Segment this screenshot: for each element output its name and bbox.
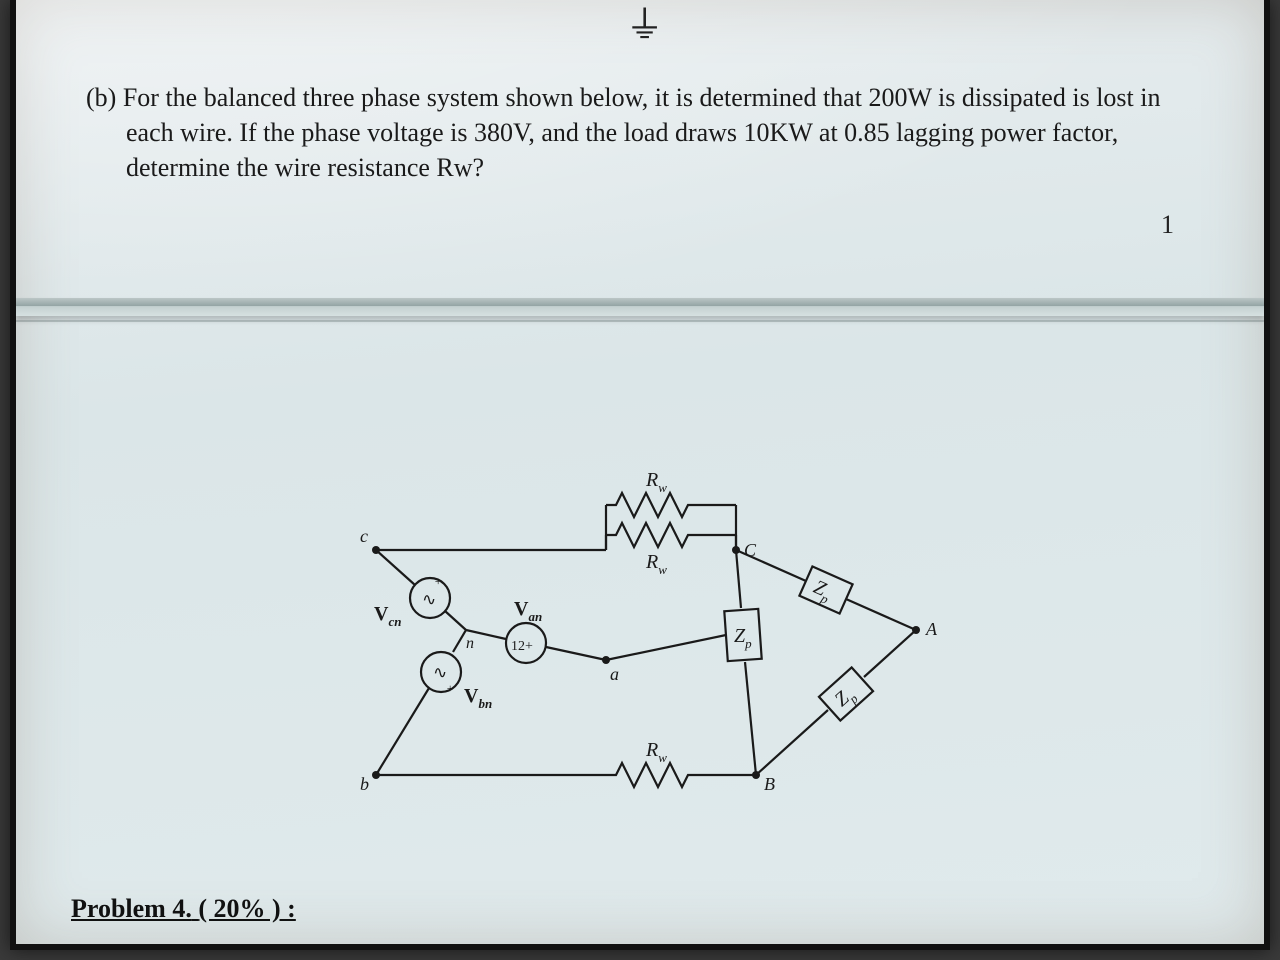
next-problem-heading: Problem 4. ( 20% ) :	[71, 894, 296, 924]
label-zp-ab: Zp	[830, 682, 861, 713]
svg-text:∿: ∿	[433, 663, 447, 682]
next-problem-weight: ( 20% ) :	[198, 894, 295, 923]
svg-text:+: +	[434, 574, 442, 588]
page-number: 1	[1161, 210, 1174, 240]
problem-label: (b)	[86, 83, 116, 112]
circuit-diagram: ∿ + Vcn 12+ Van ∿ + Vbn n c b a	[316, 430, 956, 830]
svg-text:+: +	[446, 681, 454, 695]
ground-symbol-top: ⏚	[626, 0, 662, 49]
label-vcn: Vcn	[374, 603, 401, 629]
node-a: a	[610, 664, 619, 684]
node-A: A	[925, 619, 938, 639]
paper-glare	[10, 0, 1270, 400]
next-problem-title: Problem 4.	[71, 894, 192, 923]
svg-text:∿: ∿	[422, 590, 436, 609]
label-rw-top1: Rw	[645, 469, 667, 495]
label-vbn: Vbn	[464, 685, 492, 711]
label-van: Van	[514, 598, 542, 624]
problem-statement: (b) For the balanced three phase system …	[86, 80, 1184, 185]
label-rw-top2: Rw	[645, 551, 667, 577]
problem-body: For the balanced three phase system show…	[123, 83, 1161, 182]
node-B: B	[764, 774, 775, 794]
page-crease	[16, 298, 1264, 316]
node-b: b	[360, 774, 369, 794]
handwritten-note: 12+	[511, 639, 533, 654]
label-rw-bottom: Rw	[645, 739, 667, 765]
page-crease-line	[16, 320, 1264, 322]
node-n: n	[466, 635, 474, 652]
label-zp-cb: Zp	[734, 625, 752, 651]
document-page: ⏚ (b) For the balanced three phase syste…	[10, 0, 1270, 950]
node-c: c	[360, 526, 368, 546]
